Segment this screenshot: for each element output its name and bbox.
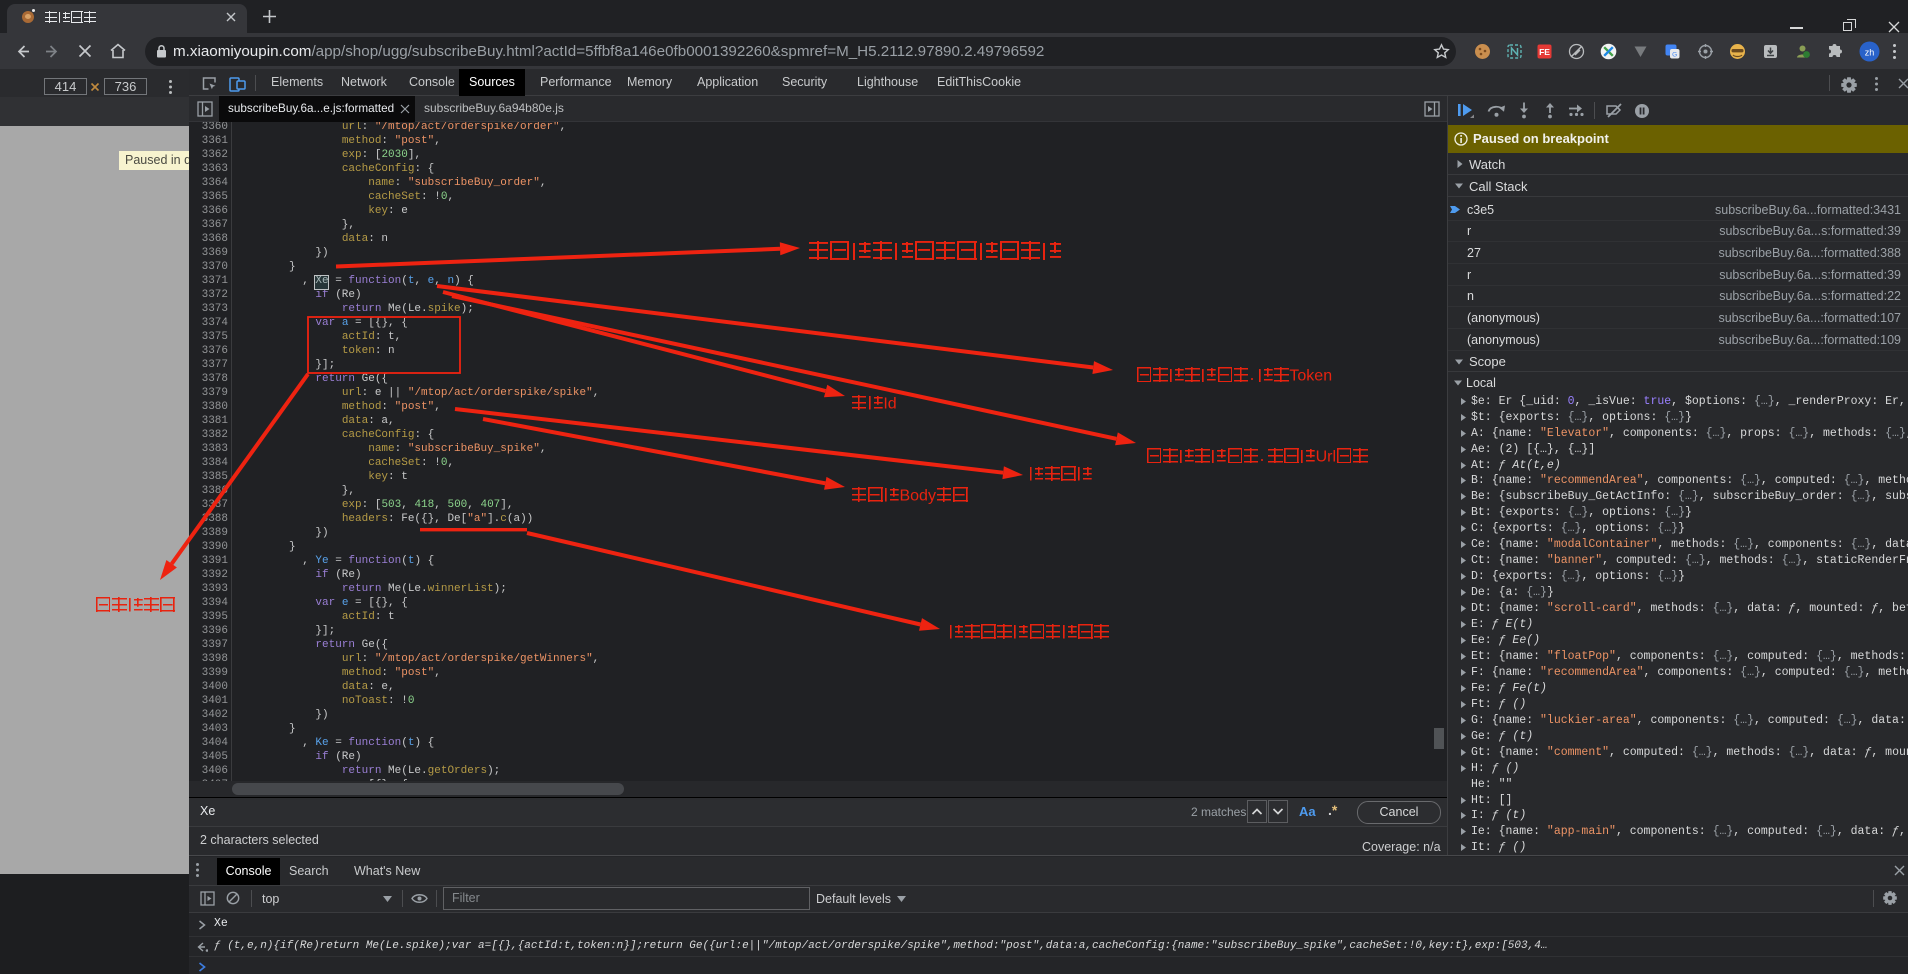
svg-text:G: G <box>1672 51 1677 58</box>
svg-text:zh: zh <box>1865 48 1875 58</box>
svg-text:FE: FE <box>1539 47 1550 57</box>
